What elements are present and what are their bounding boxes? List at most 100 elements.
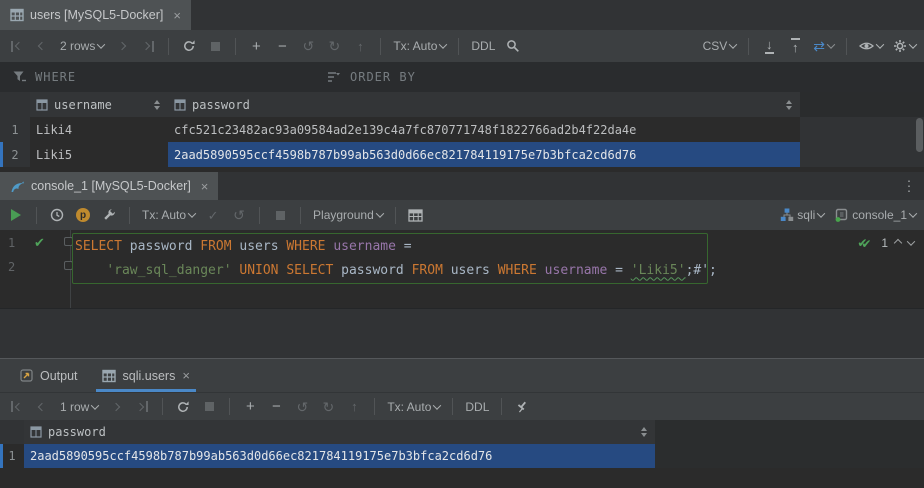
- chevron-up-icon[interactable]: [894, 239, 902, 247]
- table-icon: [10, 8, 24, 22]
- sql-token: ;#';: [686, 263, 717, 278]
- cell-password-selected[interactable]: 2aad5890595ccf4598b787b99ab563d0d66ec821…: [24, 444, 655, 468]
- playground-mode-selector[interactable]: Playground: [313, 205, 383, 225]
- cell-username[interactable]: Liki4: [30, 117, 168, 142]
- cell-password[interactable]: cfc521c23482ac93a09584ad2e139c4a7fc87077…: [168, 117, 800, 142]
- import-data-icon[interactable]: ↓: [761, 36, 777, 56]
- divider: [259, 207, 260, 224]
- ddl-button[interactable]: DDL: [471, 36, 495, 56]
- compare-icon[interactable]: ⇄: [813, 36, 834, 56]
- chevron-down-icon: [817, 209, 825, 217]
- submit-icon[interactable]: ↑: [352, 36, 368, 56]
- run-button[interactable]: [8, 205, 24, 225]
- code-line[interactable]: 'raw_sql_danger' UNION SELECT password F…: [75, 258, 717, 282]
- revert-icon[interactable]: ↻: [320, 397, 336, 417]
- view-options-icon[interactable]: [859, 36, 883, 56]
- sort-toggle-icon[interactable]: [641, 427, 647, 437]
- tx-mode-selector[interactable]: Tx: Auto: [387, 397, 440, 417]
- next-page-button[interactable]: [108, 397, 124, 417]
- kebab-menu-icon[interactable]: ⋮: [902, 178, 916, 195]
- sort-toggle-icon[interactable]: [154, 100, 160, 110]
- history-icon[interactable]: [49, 205, 65, 225]
- add-row-button[interactable]: +: [248, 36, 264, 56]
- export-data-icon[interactable]: ↑: [787, 36, 803, 56]
- chevron-down-icon: [433, 401, 441, 409]
- sql-token: FROM: [200, 239, 231, 254]
- ddl-button[interactable]: DDL: [465, 397, 489, 417]
- tx-mode-selector[interactable]: Tx: Auto: [393, 36, 446, 56]
- table-row[interactable]: 2 Liki5 2aad5890595ccf4598b787b99ab563d0…: [0, 142, 924, 167]
- tab-console[interactable]: console_1 [MySQL5-Docker] ×: [0, 172, 218, 200]
- reload-icon[interactable]: [175, 397, 191, 417]
- order-by-filter[interactable]: ORDER BY: [314, 70, 416, 84]
- undo-icon[interactable]: ↺: [294, 397, 310, 417]
- vertical-scrollbar[interactable]: [916, 118, 923, 152]
- divider: [846, 38, 847, 55]
- results-view-icon[interactable]: [408, 205, 424, 225]
- divider: [501, 398, 502, 415]
- where-filter[interactable]: WHERE: [0, 70, 314, 84]
- rollback-icon[interactable]: ↺: [231, 205, 247, 225]
- cell-username[interactable]: Liki5: [30, 142, 168, 167]
- page-size-selector[interactable]: 2 rows: [60, 36, 104, 56]
- tab-output[interactable]: Output: [8, 359, 90, 392]
- divider: [168, 38, 169, 55]
- close-icon[interactable]: ×: [201, 179, 209, 194]
- sql-editor[interactable]: 1 2 ✔ SELECT password FROM users WHERE u…: [0, 230, 924, 308]
- first-page-button[interactable]: [8, 397, 24, 417]
- chevron-down-icon[interactable]: [907, 237, 915, 245]
- chevron-down-icon: [91, 401, 99, 409]
- schema-selector[interactable]: sqli: [780, 205, 824, 225]
- stop-icon[interactable]: [201, 397, 217, 417]
- delete-row-button[interactable]: −: [274, 36, 290, 56]
- first-page-button[interactable]: [8, 36, 24, 56]
- previous-page-button[interactable]: [34, 36, 50, 56]
- sql-token: username: [545, 263, 608, 278]
- undo-icon[interactable]: ↺: [300, 36, 316, 56]
- tab-result-grid[interactable]: sqli.users ×: [90, 359, 202, 392]
- last-page-button[interactable]: [134, 397, 150, 417]
- search-icon[interactable]: [505, 36, 521, 56]
- column-header-password[interactable]: password: [168, 92, 800, 117]
- stop-icon[interactable]: [207, 36, 223, 56]
- code-line[interactable]: SELECT password FROM users WHERE usernam…: [75, 234, 412, 258]
- column-icon: [36, 99, 48, 111]
- panel-background: [0, 308, 924, 358]
- close-icon[interactable]: ×: [173, 8, 181, 23]
- sql-token: WHERE: [286, 239, 325, 254]
- export-format-selector[interactable]: CSV: [703, 36, 737, 56]
- reload-icon[interactable]: [181, 36, 197, 56]
- stop-icon[interactable]: [272, 205, 288, 225]
- add-row-button[interactable]: +: [242, 397, 258, 417]
- last-page-button[interactable]: [140, 36, 156, 56]
- sql-token: SELECT: [75, 239, 122, 254]
- gear-icon[interactable]: [893, 36, 916, 56]
- sql-token: users: [232, 239, 287, 254]
- pin-tab-icon[interactable]: [514, 397, 530, 417]
- delete-row-button[interactable]: −: [268, 397, 284, 417]
- table-row[interactable]: 1 Liki4 cfc521c23482ac93a09584ad2e139c4a…: [0, 117, 924, 142]
- table-row[interactable]: 1 2aad5890595ccf4598b787b99ab563d0d66ec8…: [0, 444, 924, 468]
- wrench-icon[interactable]: [101, 205, 117, 225]
- header-gutter: [0, 92, 30, 117]
- tab-users-label: users [MySQL5-Docker]: [30, 8, 163, 22]
- revert-icon[interactable]: ↻: [326, 36, 342, 56]
- chevron-down-icon: [729, 40, 737, 48]
- close-icon[interactable]: ×: [182, 368, 190, 383]
- session-selector[interactable]: console_1: [834, 205, 916, 225]
- results-tabbar: Output sqli.users ×: [0, 358, 924, 392]
- column-header-password[interactable]: password: [24, 420, 655, 444]
- next-page-button[interactable]: [114, 36, 130, 56]
- cell-password-selected[interactable]: 2aad5890595ccf4598b787b99ab563d0d66ec821…: [168, 142, 800, 167]
- tab-users-grid[interactable]: users [MySQL5-Docker] ×: [0, 0, 191, 30]
- column-header-username[interactable]: username: [30, 92, 168, 117]
- statement-success-check-icon[interactable]: ✔: [34, 235, 45, 251]
- divider: [380, 38, 381, 55]
- tx-mode-selector[interactable]: Tx: Auto: [142, 205, 195, 225]
- commit-check-icon[interactable]: ✓: [205, 205, 221, 225]
- sort-toggle-icon[interactable]: [786, 100, 792, 110]
- page-size-selector[interactable]: 1 row: [60, 397, 98, 417]
- submit-icon[interactable]: ↑: [346, 397, 362, 417]
- previous-page-button[interactable]: [34, 397, 50, 417]
- parameters-icon[interactable]: p: [75, 205, 91, 225]
